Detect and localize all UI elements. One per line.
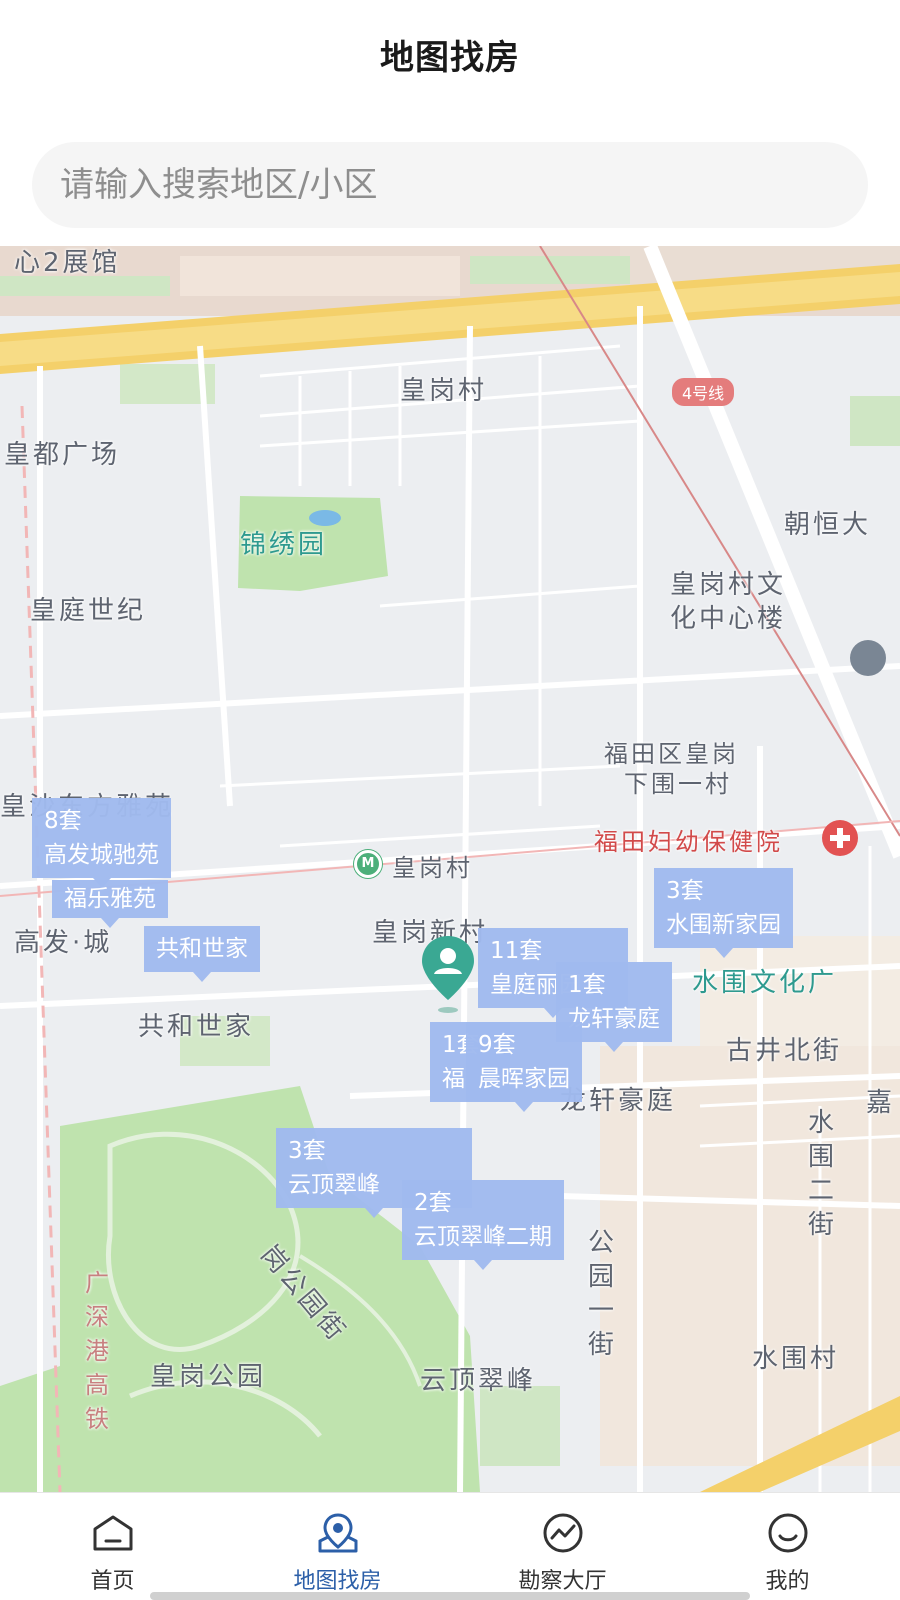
map-label-huanggang-park: 皇岗公园 — [150, 1362, 267, 1392]
tab-label: 我的 — [765, 1569, 810, 1594]
map-view[interactable]: 心2展馆 皇岗村 4号线 皇都广场 锦绣园 朝恒大 皇庭世纪 皇岗村文 化中心楼… — [0, 246, 900, 1492]
marker-count: 8套 — [44, 808, 82, 834]
marker-count: 3套 — [288, 1138, 326, 1164]
map-label-jia: 嘉 — [866, 1088, 896, 1118]
home-icon — [93, 1515, 132, 1551]
hospital-icon[interactable] — [822, 820, 858, 856]
tab-label: 首页 — [90, 1569, 135, 1594]
listing-marker[interactable]: 9套 晨晖家园 — [466, 1022, 582, 1112]
marker-count: 3套 — [666, 878, 704, 904]
tab-map-search[interactable]: 地图找房 — [225, 1493, 450, 1600]
map-label-huangdu-plaza: 皇都广场 — [4, 440, 121, 470]
map-label-exhibition: 心2展馆 — [14, 248, 121, 278]
tab-mine[interactable]: 我的 — [675, 1493, 900, 1600]
header: 地图找房 — [0, 0, 900, 240]
marker-name: 福乐雅苑 — [64, 886, 156, 912]
page-title: 地图找房 — [380, 38, 520, 78]
map-label-metro-station: 皇岗村 — [392, 854, 473, 882]
tab-home[interactable]: 首页 — [0, 1493, 225, 1600]
map-label-shuiwei-culture: 水围文化广 — [692, 968, 838, 998]
current-location-icon[interactable] — [420, 934, 476, 1014]
map-label-gujing-north: 古井北街 — [726, 1036, 843, 1066]
map-label-yunding-cuifeng: 云顶翠峰 — [420, 1366, 537, 1396]
map-pin-icon — [318, 1513, 357, 1553]
smile-icon — [768, 1513, 807, 1553]
map-label-shuiwei-second-street: 水围二街 — [807, 1108, 834, 1240]
tab-label: 地图找房 — [293, 1569, 382, 1594]
listing-marker[interactable]: 3套 水围新家园 — [654, 868, 793, 958]
map-label-shuiwei-village: 水围村 — [752, 1344, 840, 1374]
search-box[interactable] — [32, 142, 868, 228]
marker-count: 2套 — [414, 1190, 452, 1216]
map-label-culture-center-1: 皇岗村文 — [670, 570, 787, 600]
bottom-tab-bar: 首页 地图找房 勘察大厅 我的 — [0, 1492, 900, 1600]
map-label-gonghe-shijia: 共和世家 — [138, 1012, 255, 1042]
map-label-huanggang-village: 皇岗村 — [400, 376, 488, 406]
poi-icon[interactable] — [850, 640, 886, 676]
marker-name: 水围新家园 — [666, 912, 781, 938]
map-label-huangting-century: 皇庭世纪 — [30, 596, 147, 626]
map-label-jinxiu-garden: 锦绣园 — [240, 530, 328, 560]
listing-marker[interactable]: 8套 高发城驰苑 — [32, 798, 171, 888]
listing-marker[interactable]: 共和世家 — [144, 926, 260, 982]
map-label-gaofa-cheng: 高发·城 — [14, 928, 113, 958]
map-label-chaoheng: 朝恒大 — [784, 510, 872, 540]
map-label-xiawei-2: 下围一村 — [624, 770, 732, 798]
marker-name: 晨晖家园 — [478, 1066, 570, 1092]
tab-label: 勘察大厅 — [518, 1569, 607, 1594]
map-label-park-first-street: 公园一街 — [587, 1228, 614, 1360]
metro-station-icon[interactable] — [354, 850, 382, 878]
tab-survey-hall[interactable]: 勘察大厅 — [450, 1493, 675, 1600]
listing-marker[interactable]: 2套 云顶翠峰二期 — [402, 1180, 564, 1270]
home-indicator — [150, 1592, 750, 1600]
metro-line-badge: 4号线 — [672, 378, 735, 406]
marker-name: 云顶翠峰二期 — [414, 1224, 552, 1250]
marker-name: 共和世家 — [156, 936, 248, 962]
trend-icon — [543, 1513, 582, 1553]
map-label-highspeed-rail: 广深港高铁 — [85, 1269, 109, 1433]
marker-count: 9套 — [478, 1032, 516, 1058]
map-label-hospital: 福田妇幼保健院 — [594, 828, 783, 856]
marker-name: 高发城驰苑 — [44, 842, 159, 868]
marker-count: 1套 — [568, 972, 606, 998]
search-input[interactable] — [60, 142, 840, 228]
listing-marker[interactable]: 福乐雅苑 — [52, 880, 168, 928]
map-label-culture-center-2: 化中心楼 — [670, 604, 787, 634]
